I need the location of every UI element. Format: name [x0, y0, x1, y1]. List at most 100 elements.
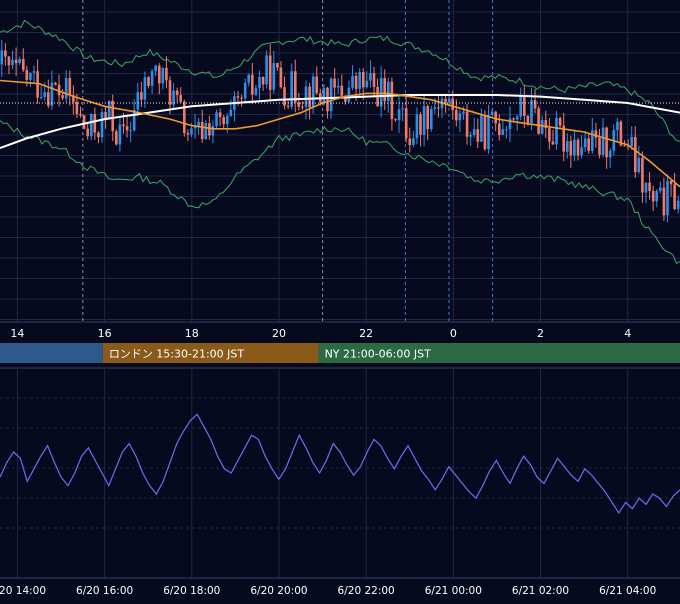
candle-body: [218, 112, 222, 118]
candle-body: [186, 133, 190, 135]
candle-body: [0, 50, 4, 65]
candle-body: [523, 95, 526, 116]
candle-body: [200, 121, 204, 140]
candle-body: [333, 78, 336, 88]
candle-body: [14, 59, 18, 63]
candle-body: [54, 82, 57, 85]
candle-body: [623, 145, 626, 147]
candle-body: [519, 95, 522, 117]
candle-body: [537, 108, 540, 134]
candle-body: [240, 97, 243, 99]
candle-body: [154, 65, 157, 72]
candle-body: [268, 55, 272, 90]
candle-body: [501, 129, 505, 135]
x-tick-label: 6/20 20:00: [250, 585, 307, 597]
candle-body: [655, 191, 658, 202]
candle-body: [573, 139, 576, 156]
candle-body: [304, 86, 308, 107]
candle-body: [247, 74, 250, 83]
candle-body: [97, 132, 100, 138]
candle-body: [100, 112, 104, 138]
candle-body: [75, 101, 79, 114]
candle-body: [508, 118, 512, 130]
x-tick-label: 20: [272, 327, 286, 340]
x-tick-label: 6/20 14:00: [0, 585, 46, 597]
candle-body: [179, 95, 182, 102]
candle-body: [662, 187, 666, 216]
session-segment: [0, 343, 103, 363]
candle-body: [322, 87, 326, 103]
x-tick-label: 22: [359, 327, 373, 340]
candle-body: [11, 59, 14, 66]
candle-body: [29, 72, 32, 80]
candle-body: [294, 71, 297, 103]
candle-body: [222, 117, 225, 125]
candle-body: [279, 67, 283, 88]
candle-body: [576, 139, 580, 156]
candle-body: [229, 109, 233, 116]
candle-body: [673, 184, 676, 209]
candle-body: [498, 123, 501, 135]
candle-body: [143, 77, 147, 100]
candle-body: [490, 111, 494, 115]
candle-body: [86, 128, 89, 137]
x-tick-label: 6/20 18:00: [163, 585, 220, 597]
candle-body: [397, 109, 401, 121]
session-bar: ロンドン 15:30-21:00 JST NY 21:00-06:00 JST: [0, 343, 680, 363]
candle-body: [487, 114, 490, 150]
candle-body: [601, 127, 605, 155]
candle-body: [372, 73, 376, 87]
candle-body: [18, 58, 21, 63]
candle-body: [447, 98, 451, 103]
candle-body: [651, 190, 655, 202]
candle-body: [383, 78, 386, 102]
candle-body: [226, 115, 229, 125]
candle-body: [616, 121, 619, 131]
candle-body: [147, 77, 150, 86]
candle-body: [358, 72, 361, 89]
candle-body: [515, 116, 519, 120]
candle-body: [125, 126, 129, 131]
candle-body: [118, 124, 122, 145]
candle-body: [104, 112, 107, 118]
candle-body: [211, 126, 215, 136]
candle-body: [648, 182, 651, 191]
candle-body: [158, 65, 161, 84]
candle-body: [415, 114, 419, 139]
candle-body: [39, 97, 43, 98]
candle-body: [115, 131, 118, 145]
candle-body: [408, 138, 412, 145]
candle-body: [165, 67, 168, 81]
candle-body: [369, 73, 372, 81]
x-tick-label: 6/20 22:00: [338, 585, 395, 597]
candle-body: [301, 106, 304, 108]
candle-body: [258, 77, 261, 88]
candle-body: [286, 105, 290, 107]
candle-body: [122, 124, 125, 127]
candle-body: [430, 109, 433, 130]
candle-body: [236, 96, 240, 98]
candle-body: [451, 98, 454, 110]
candle-body: [422, 106, 426, 135]
candle-body: [347, 87, 351, 102]
candle-body: [462, 111, 465, 114]
candle-body: [276, 63, 279, 68]
candle-body: [215, 112, 218, 126]
candle-body: [379, 78, 383, 107]
candle-body: [437, 107, 440, 109]
candle-body: [476, 129, 480, 142]
candle-body: [265, 55, 268, 85]
chart-background: [0, 0, 680, 600]
candle-body: [190, 128, 193, 135]
candle-body: [111, 100, 114, 132]
candle-body: [458, 113, 462, 121]
candle-body: [594, 130, 598, 138]
candle-body: [394, 119, 397, 121]
candle-body: [465, 111, 469, 137]
candle-body: [412, 138, 415, 145]
candle-body: [175, 90, 179, 96]
candle-body: [61, 95, 64, 99]
candle-body: [401, 108, 404, 110]
candle-body: [140, 92, 143, 100]
candle-body: [548, 128, 551, 142]
